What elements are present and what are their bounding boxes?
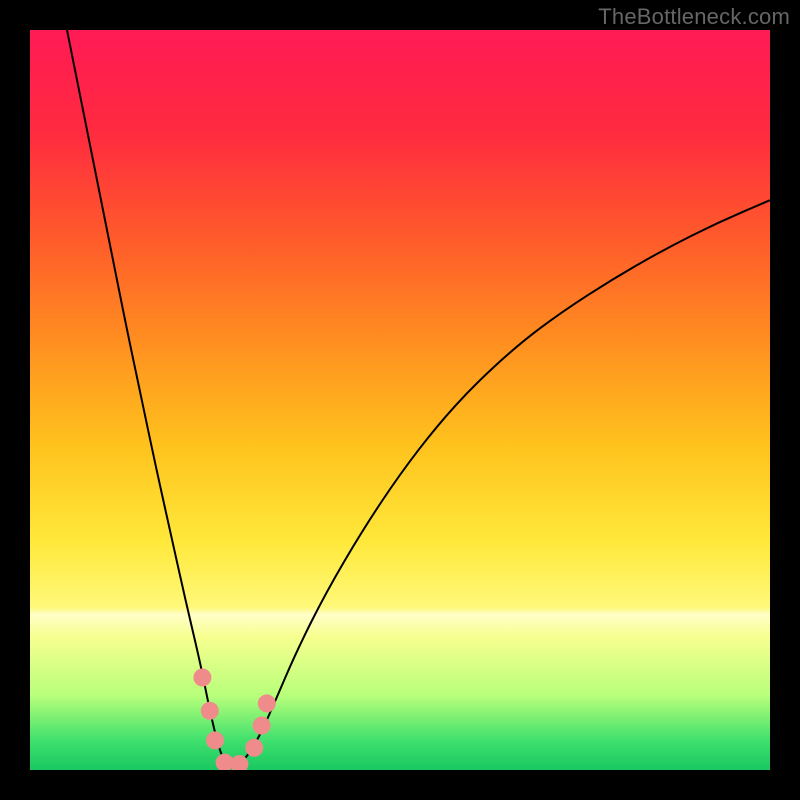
- bottleneck-chart: [30, 30, 770, 770]
- marker-left-1: [193, 669, 211, 687]
- marker-left-2: [201, 702, 219, 720]
- marker-right-2: [253, 717, 271, 735]
- watermark-text: TheBottleneck.com: [598, 4, 790, 30]
- chart-frame: TheBottleneck.com: [0, 0, 800, 800]
- marker-left-3: [206, 731, 224, 749]
- marker-right-1: [245, 739, 263, 757]
- marker-right-3: [258, 694, 276, 712]
